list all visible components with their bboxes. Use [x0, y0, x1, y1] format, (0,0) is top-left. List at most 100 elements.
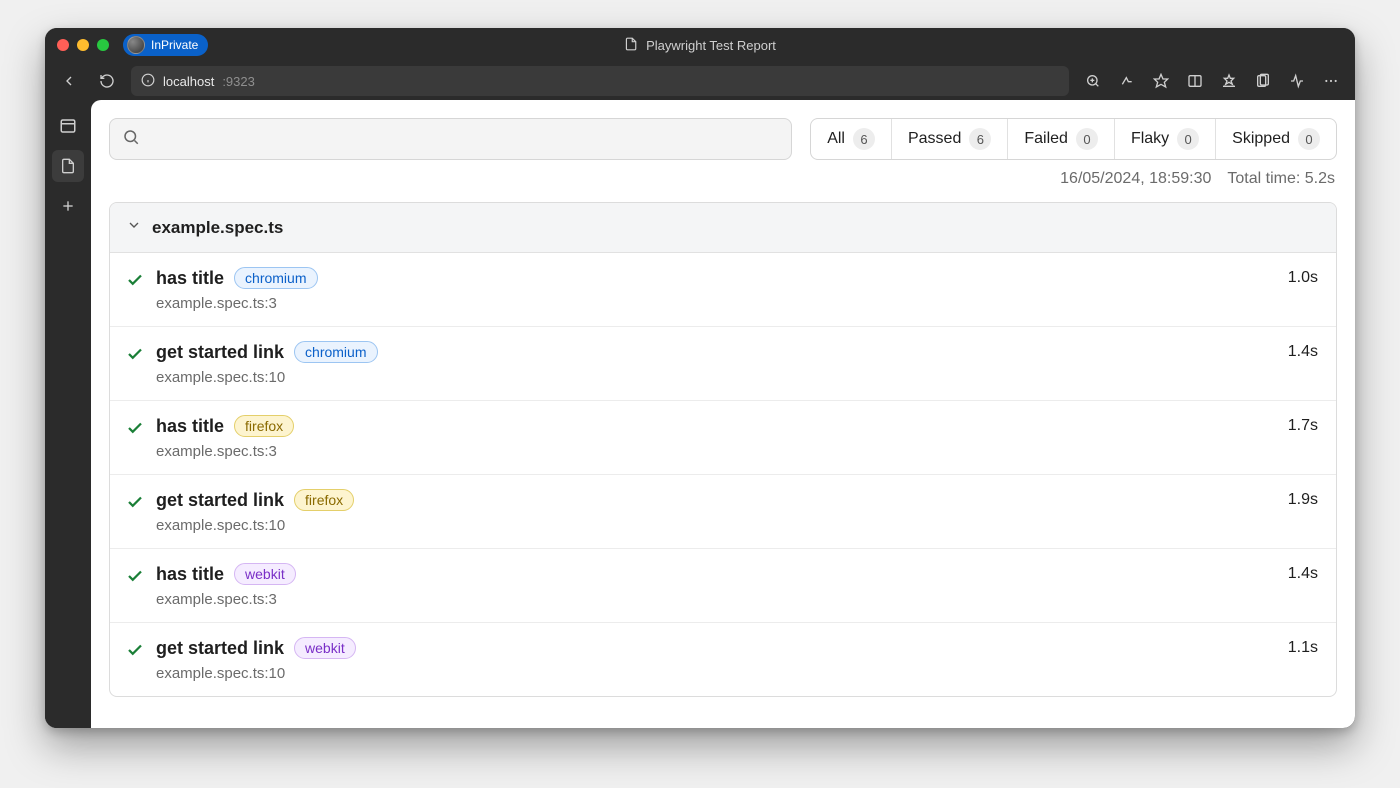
- test-name: has title: [156, 268, 224, 289]
- test-row[interactable]: has titlewebkitexample.spec.ts:31.4s: [110, 549, 1336, 623]
- filter-count: 0: [1177, 128, 1199, 150]
- window-controls: [57, 39, 109, 51]
- current-tab-icon[interactable]: [52, 150, 84, 182]
- test-row[interactable]: has titlechromiumexample.spec.ts:3 1.0s: [110, 253, 1336, 327]
- filter-label: Skipped: [1232, 130, 1290, 148]
- url-port: :9323: [222, 74, 255, 89]
- test-location: example.spec.ts:10: [156, 665, 1276, 682]
- check-icon: [126, 345, 144, 368]
- test-row[interactable]: get started link webkit example.spec.ts:10…: [110, 623, 1336, 696]
- test-name: has title: [156, 564, 224, 585]
- back-button[interactable]: [55, 67, 83, 95]
- filter-count: 0: [1298, 128, 1320, 150]
- test-body: has title firefox example.spec.ts:3: [156, 415, 1276, 460]
- test-location: example.spec.ts:3: [156, 295, 1276, 312]
- refresh-button[interactable]: [93, 67, 121, 95]
- address-bar[interactable]: localhost :9323: [131, 66, 1069, 96]
- new-tab-button[interactable]: [52, 190, 84, 222]
- check-icon: [126, 271, 144, 294]
- zoom-icon[interactable]: [1079, 67, 1107, 95]
- filter-label: Flaky: [1131, 130, 1169, 148]
- project-pill: firefox: [234, 415, 294, 437]
- test-location: example.spec.ts:10: [156, 517, 1276, 534]
- test-duration: 1.1s: [1288, 639, 1318, 657]
- test-name: get started link: [156, 342, 284, 363]
- check-icon: [126, 419, 144, 442]
- test-body: has title webkit example.spec.ts:3: [156, 563, 1276, 608]
- file-name: example.spec.ts: [152, 218, 283, 238]
- test-row[interactable]: get started link firefox example.spec.ts:1…: [110, 475, 1336, 549]
- search-input[interactable]: [109, 118, 792, 160]
- browser-body: All 6 Passed6 Failed 0 Flaky 0 Skipped 0 16/05/2…: [45, 100, 1355, 728]
- run-timestamp: 16/05/2024, 18:59:30: [1060, 170, 1211, 188]
- test-name: has title: [156, 416, 224, 437]
- inprivate-badge[interactable]: InPrivate: [123, 34, 208, 56]
- run-meta: 16/05/2024, 18:59:30 Total time: 5.2s: [111, 170, 1335, 188]
- test-duration: 1.9s: [1288, 491, 1318, 509]
- file-icon: [624, 37, 638, 54]
- vertical-tab-strip: [45, 100, 91, 728]
- collections-icon[interactable]: [1249, 67, 1277, 95]
- filter-label: All: [827, 130, 845, 148]
- status-filters: All 6 Passed6 Failed 0 Flaky 0 Skipped 0: [810, 118, 1337, 160]
- project-pill: webkit: [294, 637, 356, 659]
- test-body: has titlechromiumexample.spec.ts:3: [156, 267, 1276, 312]
- run-total-time: Total time: 5.2s: [1227, 170, 1335, 188]
- test-body: get started link firefox example.spec.ts:1…: [156, 489, 1276, 534]
- check-icon: [126, 641, 144, 664]
- performance-icon[interactable]: [1283, 67, 1311, 95]
- test-row[interactable]: has title firefox example.spec.ts:3 1.7s: [110, 401, 1336, 475]
- favorites-list-icon[interactable]: [1215, 67, 1243, 95]
- split-screen-icon[interactable]: [1181, 67, 1209, 95]
- project-pill: firefox: [294, 489, 354, 511]
- toolbar-right: [1079, 67, 1345, 95]
- close-window-button[interactable]: [57, 39, 69, 51]
- file-header[interactable]: example.spec.ts: [110, 203, 1336, 253]
- filter-count: 0: [1076, 128, 1098, 150]
- test-body: get started link chromium example.spec.ts:…: [156, 341, 1276, 386]
- filter-label: Failed: [1024, 130, 1068, 148]
- favorite-icon[interactable]: [1147, 67, 1175, 95]
- search-field[interactable]: [140, 131, 779, 148]
- test-location: example.spec.ts:3: [156, 443, 1276, 460]
- more-icon[interactable]: [1317, 67, 1345, 95]
- filter-all[interactable]: All 6: [811, 119, 892, 159]
- browser-window: InPrivate Playwright Test Report localho…: [45, 28, 1355, 728]
- url-host: localhost: [163, 74, 214, 89]
- test-name: get started link: [156, 490, 284, 511]
- project-pill: webkit: [234, 563, 296, 585]
- site-info-icon[interactable]: [141, 73, 155, 90]
- test-duration: 1.4s: [1288, 343, 1318, 361]
- test-location: example.spec.ts:10: [156, 369, 1276, 386]
- test-body: get started link webkit example.spec.ts:10: [156, 637, 1276, 682]
- minimize-window-button[interactable]: [77, 39, 89, 51]
- profile-avatar-icon: [127, 36, 145, 54]
- page-title: Playwright Test Report: [624, 37, 776, 54]
- filter-flaky[interactable]: Flaky 0: [1115, 119, 1216, 159]
- test-list: has titlechromiumexample.spec.ts:31.0sge…: [110, 253, 1336, 696]
- test-duration: 1.7s: [1288, 417, 1318, 435]
- inprivate-label: InPrivate: [151, 38, 198, 52]
- titlebar: InPrivate Playwright Test Report: [45, 28, 1355, 62]
- report-page: All 6 Passed6 Failed 0 Flaky 0 Skipped 0 16/05/2…: [91, 100, 1355, 728]
- filter-count: 6: [853, 128, 875, 150]
- check-icon: [126, 567, 144, 590]
- tab-actions-icon[interactable]: [52, 110, 84, 142]
- report-header: All 6 Passed6 Failed 0 Flaky 0 Skipped 0: [109, 118, 1337, 160]
- search-icon: [122, 128, 140, 151]
- test-file-block: example.spec.ts has titlechromiumexample…: [109, 202, 1337, 697]
- chevron-down-icon: [126, 217, 142, 238]
- filter-label: Passed: [908, 130, 961, 148]
- filter-passed[interactable]: Passed6: [892, 119, 1008, 159]
- check-icon: [126, 493, 144, 516]
- project-pill: chromium: [294, 341, 377, 363]
- browser-toolbar: localhost :9323: [45, 62, 1355, 100]
- test-duration: 1.0s: [1288, 269, 1318, 287]
- maximize-window-button[interactable]: [97, 39, 109, 51]
- filter-failed[interactable]: Failed 0: [1008, 119, 1115, 159]
- test-row[interactable]: get started link chromium example.spec.ts:…: [110, 327, 1336, 401]
- read-aloud-icon[interactable]: [1113, 67, 1141, 95]
- test-location: example.spec.ts:3: [156, 591, 1276, 608]
- filter-skipped[interactable]: Skipped 0: [1216, 119, 1336, 159]
- test-name: get started link: [156, 638, 284, 659]
